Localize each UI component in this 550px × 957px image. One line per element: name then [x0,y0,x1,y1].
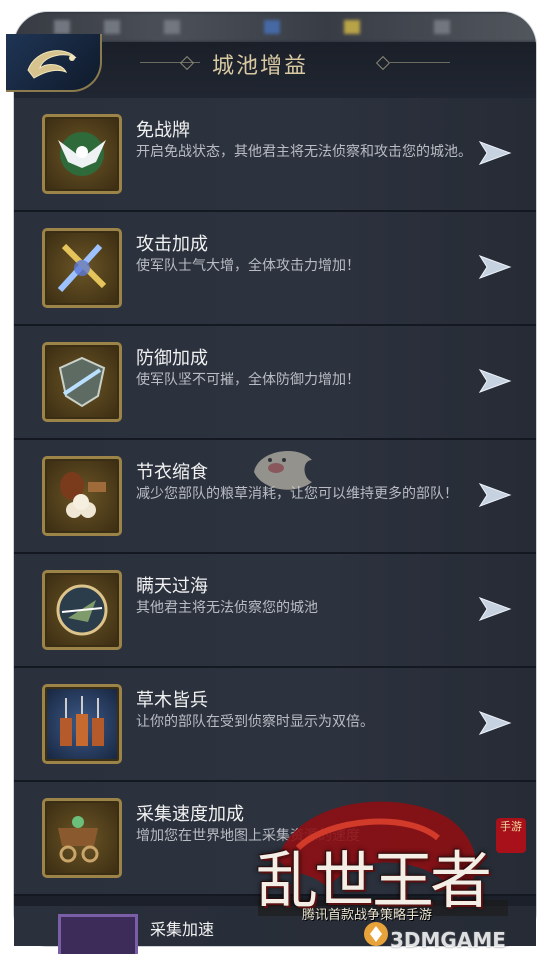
logo-badge: 手游 [496,818,526,853]
list-item[interactable]: 免战牌 开启免战状态，其他君主将无法侦察和攻击您的城池。 [14,98,536,212]
item-desc: 开启免战状态，其他君主将无法侦察和攻击您的城池。 [136,144,472,160]
site-watermark: 3DMGAME [390,928,506,952]
3dm-logo-icon [364,922,388,946]
dove-icon [42,114,122,194]
send-arrow-icon[interactable] [478,368,512,394]
item-title: 免战牌 [136,120,190,141]
send-arrow-icon[interactable] [478,596,512,622]
mascot-watermark-icon [254,450,312,490]
item-desc: 其他君主将无法侦察您的城池 [136,600,318,616]
item-desc: 使军队士气大增，全体攻击力增加！ [136,258,360,274]
send-arrow-icon[interactable] [478,140,512,166]
list-item[interactable]: 攻击加成 使军队士气大增，全体攻击力增加！ [14,212,536,326]
food-icon [42,456,122,536]
swords-icon [42,228,122,308]
list-item[interactable]: 草木皆兵 让你的部队在受到侦察时显示为双倍。 [14,668,536,782]
shield-icon [42,342,122,422]
page-title: 城池增益 [211,54,308,79]
item-desc: 让你的部队在受到侦察时显示为双倍。 [136,714,374,730]
item-title: 攻击加成 [136,234,208,255]
item-title: 草木皆兵 [136,690,208,711]
send-arrow-icon[interactable] [478,254,512,280]
send-arrow-icon[interactable] [478,482,512,508]
item-title: 节衣缩食 [136,462,208,483]
item-title: 防御加成 [136,348,208,369]
list-item[interactable]: 瞒天过海 其他君主将无法侦察您的城池 [14,554,536,668]
soldiers-icon [42,684,122,764]
item-title: 采集加速 [150,920,215,939]
title-ornament-right [390,62,450,63]
cart-icon [42,798,122,878]
compass-icon [42,570,122,650]
item-desc: 使军队坚不可摧，全体防御力增加！ [136,372,360,388]
back-button[interactable] [6,34,102,92]
send-arrow-icon[interactable] [478,710,512,736]
dragon-emblem-icon [27,50,77,79]
list-item[interactable]: 防御加成 使军队坚不可摧，全体防御力增加！ [14,326,536,440]
item-title: 采集速度加成 [136,804,244,825]
gather-icon [58,914,138,954]
item-title: 瞒天过海 [136,576,208,597]
